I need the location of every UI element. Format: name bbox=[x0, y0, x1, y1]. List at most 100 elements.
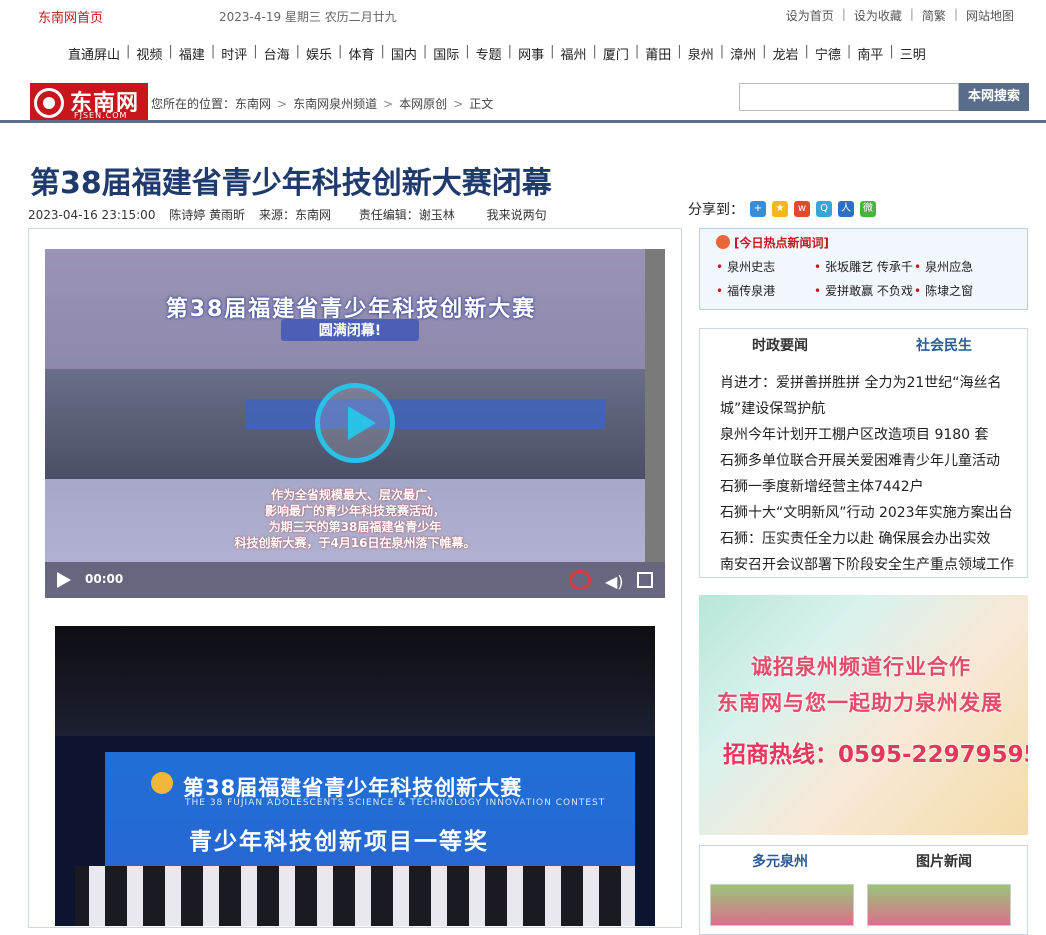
hot-word-link[interactable]: 张坂雕艺 传承千 bbox=[814, 258, 913, 275]
header-divider bbox=[0, 120, 1046, 123]
photo-people bbox=[75, 866, 635, 926]
nav-item[interactable]: 厦门 bbox=[597, 44, 635, 63]
nav-item[interactable]: 视频 bbox=[130, 44, 168, 63]
breadcrumb: 您所在的位置：东南网 > 东南网泉州频道 > 本网原创 > 正文 bbox=[151, 97, 494, 111]
hot-word-link[interactable]: 福传泉港 bbox=[716, 282, 775, 299]
nav-item[interactable]: 三明 bbox=[894, 44, 932, 63]
sitemap-link[interactable]: 网站地图 bbox=[966, 7, 1014, 24]
weibo-icon[interactable]: w bbox=[794, 201, 810, 217]
channel-nav: 直通屏山 | 视频 | 福建 | 时评 | 台海 | 娱乐 | 体育 | 国内 | 国际 | 专题… bbox=[62, 44, 932, 63]
news-link[interactable]: 石狮一季度新增经营主体7442户 bbox=[720, 479, 924, 495]
contest-logo-icon bbox=[151, 772, 173, 794]
hot-icon bbox=[716, 235, 730, 249]
ad-line-2: 东南网与您一起助力泉州发展 bbox=[717, 691, 1003, 715]
article-title: 第38届福建省青少年科技创新大赛闭幕 bbox=[30, 166, 552, 201]
tab-photo-news[interactable]: 图片新闻 bbox=[916, 851, 972, 871]
tab-diverse-quanzhou[interactable]: 多元泉州 bbox=[752, 851, 808, 871]
qzone-icon[interactable]: ★ bbox=[772, 201, 788, 217]
play-button-icon[interactable] bbox=[57, 572, 71, 588]
article-authors: 陈诗婷 黄雨昕 bbox=[169, 208, 246, 222]
wechat-icon[interactable]: 微 bbox=[860, 201, 876, 217]
site-logo[interactable]: 东南网 FJSEN.COM bbox=[30, 83, 148, 123]
set-homepage-link[interactable]: 设为首页 bbox=[786, 7, 834, 24]
hot-words-box: [今日热点新闻词] 泉州史志 张坂雕艺 传承千 泉州应急 福传泉港 爱拼敢赢 不… bbox=[699, 228, 1028, 310]
hot-word-link[interactable]: 泉州史志 bbox=[716, 258, 775, 275]
cooperation-ad-banner[interactable]: 诚招泉州频道行业合作 东南网与您一起助力泉州发展 招商热线：0595-22979… bbox=[699, 595, 1028, 835]
nav-item[interactable]: 专题 bbox=[470, 44, 508, 63]
nav-item[interactable]: 莆田 bbox=[639, 44, 677, 63]
article-meta: 2023-04-16 23:15:00 陈诗婷 黄雨昕 来源：东南网 责任编辑：… bbox=[28, 206, 547, 223]
comment-link[interactable]: 我来说两句 bbox=[487, 208, 547, 222]
thumbnail-image[interactable] bbox=[710, 884, 854, 926]
nav-item[interactable]: 直通屏山 bbox=[62, 44, 126, 63]
share-label: 分享到： bbox=[688, 202, 744, 218]
nav-item[interactable]: 福州 bbox=[554, 44, 592, 63]
search-input[interactable] bbox=[739, 83, 959, 111]
nav-item[interactable]: 国际 bbox=[427, 44, 465, 63]
news-link[interactable]: 石狮：压实责任全力以赴 确保展会办出实效 bbox=[720, 531, 990, 547]
logo-domain: FJSEN.COM bbox=[74, 111, 128, 120]
play-icon[interactable] bbox=[315, 383, 395, 463]
ad-hotline: 招商热线：0595-22979595 bbox=[723, 742, 1028, 768]
renren-icon[interactable]: 人 bbox=[838, 201, 854, 217]
thumbnail-image[interactable] bbox=[867, 884, 1011, 926]
breadcrumb-prefix: 您所在的位置： bbox=[151, 97, 236, 111]
video-controls: 00:00 ◀) bbox=[45, 562, 665, 598]
nav-item[interactable]: 台海 bbox=[258, 44, 296, 63]
brand-icon bbox=[569, 570, 591, 590]
article-photo: 第38届福建省青少年科技创新大赛 THE 38 FUJIAN ADOLESCEN… bbox=[55, 626, 655, 926]
top-links: 设为首页 | 设为收藏 | 简繁 | 网站地图 bbox=[785, 7, 1014, 24]
nav-item[interactable]: 南平 bbox=[851, 44, 889, 63]
nav-item[interactable]: 漳州 bbox=[724, 44, 762, 63]
video-time: 00:00 bbox=[85, 572, 124, 586]
news-link[interactable]: 泉州今年计划开工棚户区改造项目 9180 套 bbox=[720, 427, 989, 443]
nav-item[interactable]: 时评 bbox=[215, 44, 253, 63]
news-link[interactable]: 石狮十大“文明新风”行动 2023年实施方案出台 bbox=[720, 505, 1013, 521]
nav-item[interactable]: 国内 bbox=[385, 44, 423, 63]
news-link[interactable]: 南安召开会议部署下阶段安全生产重点领域工作 bbox=[720, 557, 1014, 573]
hot-word-link[interactable]: 陈埭之窗 bbox=[914, 282, 973, 299]
nav-item[interactable]: 宁德 bbox=[809, 44, 847, 63]
nav-item[interactable]: 泉州 bbox=[682, 44, 720, 63]
news-link[interactable]: 肖进才：爱拼善拼胜拼 全力为21世纪“海丝名城”建设保驾护航 bbox=[720, 375, 1002, 417]
video-player[interactable]: 第38届福建省青少年科技创新大赛 圆满闭幕! 作为全省规模最大、层次最广、 影响… bbox=[45, 249, 665, 598]
tab-society[interactable]: 社会民生 bbox=[916, 335, 972, 355]
search-button[interactable]: 本网搜索 bbox=[959, 83, 1029, 111]
hot-word-link[interactable]: 泉州应急 bbox=[914, 258, 973, 275]
nav-item[interactable]: 福建 bbox=[173, 44, 211, 63]
breadcrumb-item[interactable]: 东南网 bbox=[235, 97, 271, 111]
fullscreen-icon[interactable] bbox=[637, 572, 653, 588]
ad-line-1: 诚招泉州频道行业合作 bbox=[751, 655, 971, 679]
tab-politics[interactable]: 时政要闻 bbox=[752, 335, 808, 355]
share-plus-icon[interactable]: + bbox=[750, 201, 766, 217]
breadcrumb-current: 正文 bbox=[469, 97, 494, 111]
hot-word-link[interactable]: 爱拼敢赢 不负戏 bbox=[814, 282, 913, 299]
home-link[interactable]: 东南网首页 bbox=[38, 7, 103, 26]
nav-item[interactable]: 体育 bbox=[342, 44, 380, 63]
logo-mark-icon bbox=[34, 88, 64, 118]
video-subheadline: 圆满闭幕! bbox=[281, 319, 419, 341]
video-scrollbar[interactable] bbox=[645, 249, 665, 562]
article-source: 来源：东南网 bbox=[258, 208, 331, 222]
video-caption: 作为全省规模最大、层次最广、 影响最广的青少年科技竞赛活动， 为期三天的第38届… bbox=[234, 488, 476, 550]
hot-words-header: [今日热点新闻词] bbox=[716, 234, 829, 251]
photo-contest-subtitle: THE 38 FUJIAN ADOLESCENTS SCIENCE & TECH… bbox=[185, 798, 606, 808]
news-list: 肖进才：爱拼善拼胜拼 全力为21世纪“海丝名城”建设保驾护航 泉州今年计划开工棚… bbox=[720, 370, 1026, 578]
tqq-icon[interactable]: Q bbox=[816, 201, 832, 217]
breadcrumb-item[interactable]: 本网原创 bbox=[399, 97, 447, 111]
nav-item[interactable]: 娱乐 bbox=[300, 44, 338, 63]
nav-item[interactable]: 网事 bbox=[512, 44, 550, 63]
article-editor: 责任编辑：谢玉林 bbox=[358, 208, 455, 222]
top-bar: 东南网首页 2023-4-19 星期三 农历二月廿九 设为首页 | 设为收藏 | 简… bbox=[0, 0, 1046, 32]
photo-ceiling bbox=[55, 626, 655, 736]
photo-award-title: 青少年科技创新项目一等奖 bbox=[189, 829, 489, 855]
breadcrumb-item[interactable]: 东南网泉州频道 bbox=[293, 97, 377, 111]
add-favorite-link[interactable]: 设为收藏 bbox=[854, 7, 902, 24]
video-screens bbox=[245, 399, 605, 429]
simplified-traditional-link[interactable]: 简繁 bbox=[922, 7, 946, 24]
share-bar: 分享到： + ★ w Q 人 微 bbox=[688, 199, 876, 219]
news-link[interactable]: 石狮多单位联合开展关爱困难青少年儿童活动 bbox=[720, 453, 1000, 469]
article-datetime: 2023-04-16 23:15:00 bbox=[28, 208, 156, 222]
volume-icon[interactable]: ◀) bbox=[605, 572, 624, 591]
nav-item[interactable]: 龙岩 bbox=[767, 44, 805, 63]
